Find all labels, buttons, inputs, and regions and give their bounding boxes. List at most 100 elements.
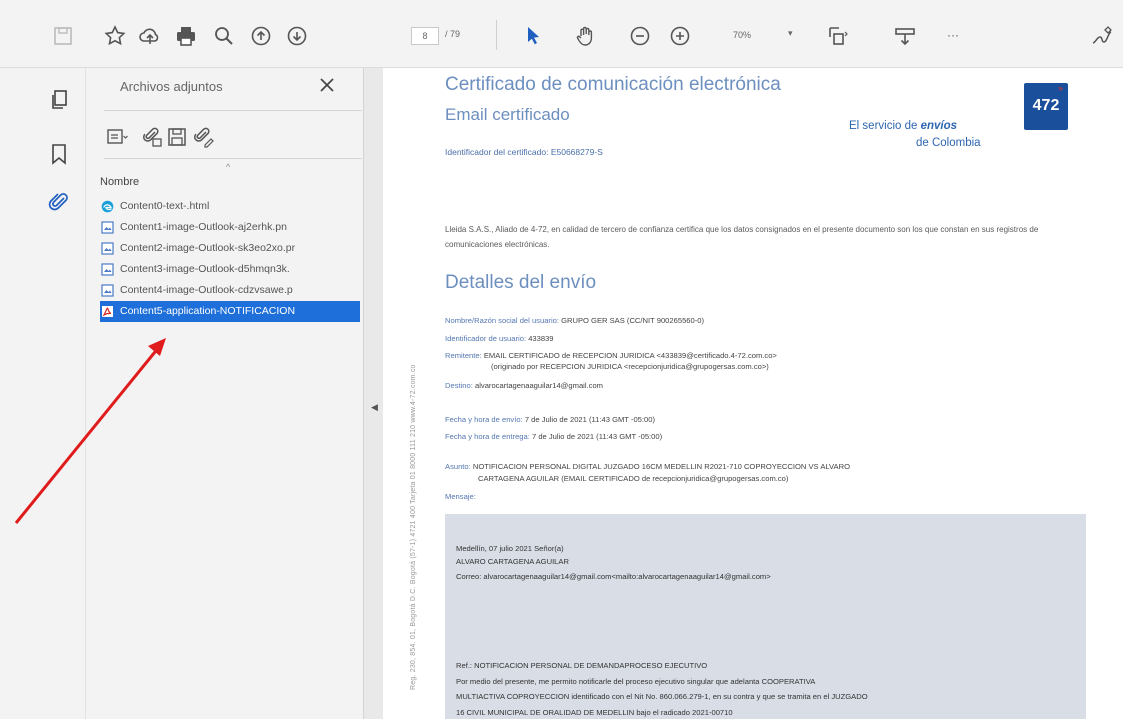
toolbar: 8 / 79 70% ▾ ··· bbox=[0, 0, 1123, 68]
zoom-dropdown[interactable]: ▾ bbox=[788, 28, 793, 39]
attachments-icon[interactable] bbox=[47, 190, 71, 214]
panel-divider bbox=[104, 158, 362, 159]
save-attachment-icon[interactable] bbox=[166, 126, 188, 148]
message-line: 16 CIVIL MUNICIPAL DE ORALIDAD DE MEDELL… bbox=[456, 708, 733, 717]
attachment-item[interactable]: Content0-text-.html bbox=[100, 196, 360, 217]
document-subtitle: Email certificado bbox=[445, 105, 570, 124]
detail-row: Asunto: NOTIFICACION PERSONAL DIGITAL JU… bbox=[445, 462, 850, 471]
detail-row: Identificador de usuario: 433839 bbox=[445, 334, 554, 343]
message-line: Medellín, 07 julio 2021 Señor(a) bbox=[456, 544, 564, 553]
previous-page-icon[interactable] bbox=[249, 24, 273, 48]
detail-label: Fecha y hora de envío: bbox=[445, 415, 523, 424]
pdf-viewer-window: 8 / 79 70% ▾ ··· Archivos adjuntos ^ Nom… bbox=[0, 0, 1123, 719]
detail-value: 433839 bbox=[528, 334, 554, 343]
detail-label: Identificador de usuario: bbox=[445, 334, 527, 343]
message-line: Por medio del presente, me permito notif… bbox=[456, 677, 816, 686]
image-file-icon bbox=[101, 263, 114, 276]
detail-row: Fecha y hora de entrega: 7 de Julio de 2… bbox=[445, 432, 662, 441]
select-cursor-icon[interactable] bbox=[521, 24, 545, 48]
zoom-out-icon[interactable] bbox=[628, 24, 652, 48]
attachment-item[interactable]: Content2-image-Outlook-sk3eo2xo.pr bbox=[100, 238, 360, 259]
add-attachment-icon[interactable] bbox=[141, 126, 163, 148]
panel-divider bbox=[104, 110, 362, 111]
message-line: Ref.: NOTIFICACION PERSONAL DE DEMANDAPR… bbox=[456, 661, 708, 670]
page-thumbnails-icon[interactable] bbox=[47, 88, 71, 112]
pdf-icon bbox=[102, 306, 113, 317]
edit-attachment-icon[interactable] bbox=[192, 126, 214, 148]
brand-tagline-line2: de Colombia bbox=[916, 137, 981, 149]
detail-row: Destino: alvarocartagenaaguilar14@gmail.… bbox=[445, 381, 603, 390]
logo-arrow-mark: » bbox=[1058, 83, 1064, 93]
panel-splitter[interactable]: ◀ bbox=[363, 68, 383, 719]
detail-row: (originado por RECEPCION JURIDICA <recep… bbox=[491, 362, 769, 371]
hand-tool-icon[interactable] bbox=[573, 24, 597, 48]
detail-value: 7 de Julio de 2021 (11:43 GMT -05:00) bbox=[524, 415, 655, 424]
zoom-level[interactable]: 70% bbox=[733, 30, 751, 40]
brand-prefix: El servicio de bbox=[849, 120, 921, 132]
bookmarks-icon[interactable] bbox=[47, 142, 71, 166]
panel-title: Archivos adjuntos bbox=[120, 79, 223, 94]
attachments-panel: Archivos adjuntos ^ Nombre Content0-text… bbox=[86, 68, 363, 719]
brand-bold: envíos bbox=[920, 120, 958, 132]
page-number-input[interactable]: 8 bbox=[411, 27, 439, 45]
detail-value: (originado por RECEPCION JURIDICA <recep… bbox=[491, 362, 769, 371]
message-line: MULTIACTIVA COPROYECCION identificado co… bbox=[456, 692, 868, 701]
detail-row: Remitente: EMAIL CERTIFICADO de RECEPCIO… bbox=[445, 351, 777, 360]
vertical-footer-text: Reg. 230, 854. 01, Bogotá D.C. Bogotá (5… bbox=[410, 364, 417, 690]
save-icon[interactable] bbox=[51, 24, 75, 48]
detail-value: 7 de Julio de 2021 (11:43 GMT -05:00) bbox=[531, 432, 663, 441]
intro-paragraph: Lleida S.A.S., Aliado de 4-72, en calida… bbox=[445, 225, 1039, 249]
detail-label: Asunto: bbox=[445, 462, 471, 471]
attachment-name: Content2-image-Outlook-sk3eo2xo.pr bbox=[120, 242, 296, 254]
detail-label: Nombre/Razón social del usuario: bbox=[445, 316, 559, 325]
brand-tagline: El servicio de envíos bbox=[849, 120, 957, 132]
detail-value: EMAIL CERTIFICADO de RECEPCION JURIDICA … bbox=[483, 351, 777, 360]
navigation-pane bbox=[0, 68, 86, 719]
print-icon[interactable] bbox=[174, 24, 198, 48]
message-line: Correo: alvarocartagenaaguilar14@gmail.c… bbox=[456, 572, 771, 581]
detail-value: CARTAGENA AGUILAR (EMAIL CERTIFICADO de … bbox=[478, 474, 789, 483]
attachment-item[interactable]: Content4-image-Outlook-cdzvsawe.p bbox=[100, 280, 360, 301]
detail-value: NOTIFICACION PERSONAL DIGITAL JUZGADO 16… bbox=[472, 462, 850, 471]
attachment-item[interactable]: Content3-image-Outlook-d5hmqn3k. bbox=[100, 259, 360, 280]
certificate-id: Identificador del certificado: E50668279… bbox=[445, 147, 603, 157]
detail-label: Remitente: bbox=[445, 351, 482, 360]
page-total: / 79 bbox=[445, 29, 461, 39]
image-file-icon bbox=[101, 242, 114, 255]
message-label: Mensaje: bbox=[445, 492, 476, 501]
page-fit-icon[interactable] bbox=[826, 24, 850, 48]
toolbar-divider bbox=[496, 20, 497, 50]
detail-row: Fecha y hora de envío: 7 de Julio de 202… bbox=[445, 415, 655, 424]
star-icon[interactable] bbox=[103, 24, 127, 48]
edge-icon bbox=[101, 200, 114, 213]
detail-label: Destino: bbox=[445, 381, 473, 390]
detail-row: Nombre/Razón social del usuario: GRUPO G… bbox=[445, 316, 704, 325]
options-menu-icon[interactable] bbox=[106, 126, 128, 148]
attachment-item-selected[interactable]: Content5-application-NOTIFICACION bbox=[100, 301, 360, 322]
collapse-arrow-icon[interactable]: ◀ bbox=[371, 402, 378, 413]
image-file-icon bbox=[101, 221, 114, 234]
attachment-item[interactable]: Content1-image-Outlook-aj2erhk.pn bbox=[100, 217, 360, 238]
detail-value: alvarocartagenaaguilar14@gmail.com bbox=[474, 381, 603, 390]
zoom-in-icon[interactable] bbox=[668, 24, 692, 48]
message-line: ALVARO CARTAGENA AGUILAR bbox=[456, 557, 569, 566]
attachment-list: Content0-text-.html Content1-image-Outlo… bbox=[100, 196, 360, 322]
read-aloud-icon[interactable] bbox=[893, 24, 917, 48]
next-page-icon[interactable] bbox=[285, 24, 309, 48]
document-title: Certificado de comunicación electrónica bbox=[445, 74, 781, 95]
attachment-name: Content5-application-NOTIFICACION bbox=[120, 305, 296, 317]
attachment-name: Content1-image-Outlook-aj2erhk.pn bbox=[120, 221, 287, 233]
details-heading: Detalles del envío bbox=[445, 272, 597, 293]
detail-value: GRUPO GER SAS (CC/NIT 900265560-0) bbox=[561, 316, 705, 325]
image-file-icon bbox=[101, 284, 114, 297]
sign-icon[interactable] bbox=[1090, 24, 1114, 48]
zoom-search-icon[interactable] bbox=[212, 24, 236, 48]
cloud-upload-icon[interactable] bbox=[138, 24, 162, 48]
attachment-name: Content0-text-.html bbox=[120, 200, 210, 212]
more-tools-button[interactable]: ··· bbox=[947, 28, 971, 52]
detail-label: Fecha y hora de entrega: bbox=[445, 432, 530, 441]
attachment-name: Content4-image-Outlook-cdzvsawe.p bbox=[120, 284, 293, 296]
column-header-name[interactable]: Nombre bbox=[100, 176, 139, 188]
sort-caret[interactable]: ^ bbox=[226, 162, 230, 172]
close-icon[interactable] bbox=[318, 76, 336, 94]
